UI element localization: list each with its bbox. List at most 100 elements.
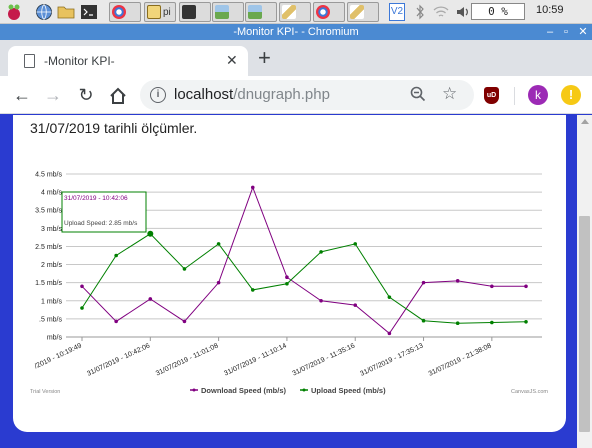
data-point <box>216 280 221 285</box>
data-point <box>148 297 153 301</box>
raspberry-menu-icon[interactable] <box>5 3 23 21</box>
close-tab-icon[interactable]: ✕ <box>226 52 238 69</box>
y-tick-label: 2.5 mb/s <box>35 244 62 251</box>
taskbar-app-terminal[interactable] <box>179 2 211 22</box>
x-tick-label: 31/07/2019 - 10:42:06 <box>86 342 151 377</box>
tab-strip: -Monitor KPI- ✕ + <box>0 40 592 76</box>
taskbar-app-editor-2[interactable] <box>347 2 379 22</box>
pencil-icon <box>282 5 296 19</box>
x-tick-label: /2019 - 10:19:49 <box>34 342 83 370</box>
x-tick-label: 31/07/2019 - 21:38:08 <box>428 342 493 377</box>
terminal-icon[interactable] <box>80 3 98 21</box>
series-line-download <box>81 185 526 335</box>
page-icon <box>24 54 35 68</box>
profile-avatar[interactable]: k <box>528 85 548 105</box>
data-point <box>216 242 221 246</box>
toolbar-separator <box>514 87 515 105</box>
cpu-monitor: 0 % <box>471 3 525 20</box>
data-point <box>114 253 118 258</box>
minimize-button[interactable]: – <box>542 24 558 40</box>
y-tick-label: 1 mb/s <box>41 298 63 305</box>
chromium-icon <box>112 5 126 19</box>
back-button[interactable]: ← <box>11 85 33 107</box>
data-point <box>353 242 358 246</box>
scrollbar-thumb[interactable] <box>579 216 590 432</box>
taskbar-app-chromium-2[interactable] <box>313 2 345 22</box>
globe-icon[interactable] <box>35 3 53 21</box>
y-tick-label: 2 mb/s <box>41 262 63 269</box>
data-point <box>524 284 528 289</box>
window-titlebar: -Monitor KPI- - Chromium – ▫ ✕ <box>0 24 592 40</box>
ublock-icon[interactable]: uD <box>484 87 499 104</box>
wifi-icon[interactable] <box>432 3 450 21</box>
update-icon[interactable]: ! <box>561 85 581 105</box>
legend-item-upload[interactable]: Upload Speed (mb/s) <box>300 386 386 395</box>
zoom-out-icon[interactable] <box>410 86 426 102</box>
y-tick-label: mb/s <box>47 335 63 342</box>
data-point <box>455 279 460 283</box>
data-point <box>80 284 84 289</box>
data-point <box>250 185 255 190</box>
y-tick-label: 4 mb/s <box>41 190 63 197</box>
data-point <box>114 319 118 324</box>
canvasjs-credit: CanvasJS.com <box>511 389 548 395</box>
taskbar-app-image-viewer-2[interactable] <box>245 2 277 22</box>
data-point <box>421 318 426 323</box>
data-point <box>490 284 494 289</box>
home-icon[interactable] <box>107 85 129 107</box>
tab-title: -Monitor KPI- <box>44 54 115 68</box>
chromium-icon <box>316 5 330 19</box>
terminal-icon <box>182 5 196 19</box>
data-point <box>285 281 289 286</box>
y-tick-label: 3 mb/s <box>41 226 63 233</box>
data-point <box>285 275 289 280</box>
chart-tooltip: 31/07/2019 - 10:42:06 Upload Speed: 2.85 … <box>61 191 147 233</box>
tab-monitor-kpi[interactable]: -Monitor KPI- ✕ <box>8 46 248 76</box>
taskbar-app-editor[interactable] <box>279 2 311 22</box>
info-icon[interactable]: i <box>150 87 166 103</box>
bookmark-star-icon[interactable]: ☆ <box>442 84 457 104</box>
window-title: -Monitor KPI- - Chromium <box>233 26 359 38</box>
new-tab-button[interactable]: + <box>258 47 271 69</box>
volume-icon[interactable] <box>454 3 472 21</box>
data-point <box>147 230 154 237</box>
maximize-button[interactable]: ▫ <box>558 24 574 40</box>
forward-button[interactable]: → <box>42 85 64 107</box>
x-tick-label: 31/07/2019 - 11:10:14 <box>223 342 288 377</box>
taskbar-app-image-viewer[interactable] <box>212 2 244 22</box>
browser-toolbar: ← → ↻ i localhost/dnugraph.php ☆ uD k ! <box>0 76 592 114</box>
data-point <box>387 295 392 299</box>
reload-button[interactable]: ↻ <box>75 85 97 107</box>
x-tick-label: 31/07/2019 - 17:35:13 <box>359 342 424 377</box>
data-point <box>421 280 426 285</box>
scroll-up-arrow-icon[interactable] <box>581 119 589 124</box>
page-heading: 31/07/2019 tarihli ölçümler. <box>30 120 198 136</box>
folder-icon <box>147 5 161 19</box>
series-line-upload <box>81 233 527 324</box>
pencil-icon <box>350 5 364 19</box>
data-point <box>250 288 255 292</box>
data-point <box>387 331 392 336</box>
os-taskbar: pi V2 0 % 10:59 <box>0 0 592 24</box>
data-point <box>524 319 528 324</box>
y-tick-label: 3.5 mb/s <box>35 208 62 215</box>
data-point <box>455 321 460 326</box>
trial-version-credit: Trial Version <box>30 389 60 395</box>
data-point <box>353 303 358 307</box>
taskbar-app-pi[interactable]: pi <box>144 2 176 22</box>
x-tick-label: 31/07/2019 - 11:35:16 <box>292 342 357 377</box>
address-bar[interactable]: i localhost/dnugraph.php ☆ <box>140 80 474 110</box>
image-icon <box>248 5 262 19</box>
close-window-button[interactable]: ✕ <box>575 24 591 40</box>
legend-item-download[interactable]: Download Speed (mb/s) <box>190 386 287 395</box>
data-point <box>80 306 84 310</box>
taskbar-app-chromium[interactable] <box>109 2 141 22</box>
x-tick-label: 31/07/2019 - 11:01:08 <box>155 342 220 377</box>
legend-dot <box>192 388 196 392</box>
url-text[interactable]: localhost/dnugraph.php <box>174 86 330 103</box>
legend-label: Upload Speed (mb/s) <box>311 386 386 395</box>
bluetooth-icon[interactable] <box>411 3 429 21</box>
vnc-icon[interactable]: V2 <box>389 3 405 21</box>
y-tick-label: .5 mb/s <box>39 316 62 323</box>
folder-icon[interactable] <box>57 3 75 21</box>
